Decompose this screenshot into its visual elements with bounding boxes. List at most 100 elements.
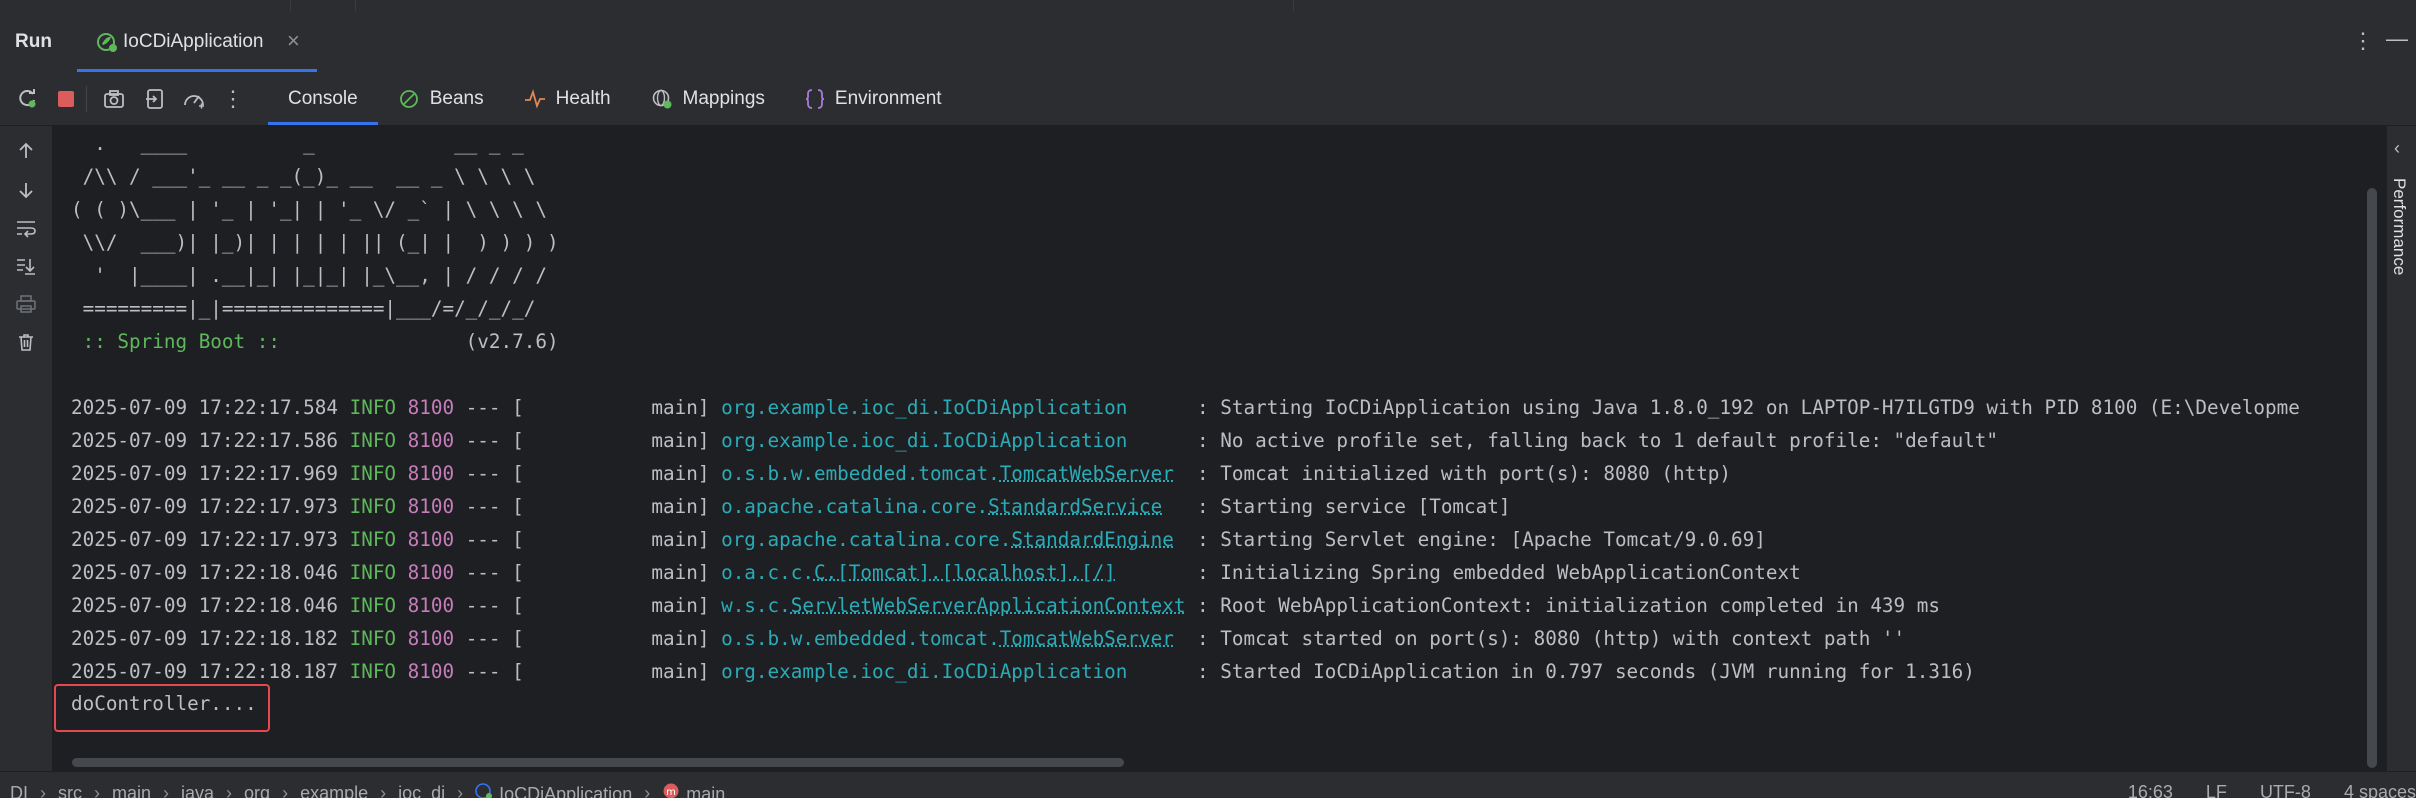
breadcrumb-separator-icon: › bbox=[163, 783, 169, 798]
log-pid: 8100 bbox=[408, 594, 454, 617]
tab-health[interactable]: Health bbox=[504, 72, 631, 125]
breadcrumb-label: main bbox=[112, 783, 151, 798]
breadcrumb: DI›src›main›java›org›example›ioc_di›IoCD… bbox=[10, 782, 725, 798]
log-logger-package: org.example.ioc_di.IoCDiApplication bbox=[721, 396, 1127, 419]
stop-icon[interactable] bbox=[53, 86, 79, 112]
horizontal-scrollbar[interactable] bbox=[72, 758, 1124, 767]
breadcrumb-item[interactable]: java bbox=[181, 783, 214, 798]
log-thread: --- [ main] bbox=[454, 429, 721, 452]
log-logger-class: C.[Tomcat].[localhost].[/] bbox=[814, 561, 1116, 584]
vertical-scrollbar[interactable] bbox=[2367, 188, 2377, 768]
tab-mappings-label: Mappings bbox=[683, 88, 765, 110]
log-level: INFO bbox=[350, 396, 396, 419]
log-padding bbox=[1174, 627, 1197, 650]
tab-mappings[interactable]: Mappings bbox=[631, 72, 785, 125]
tab-beans[interactable]: Beans bbox=[378, 72, 504, 125]
log-level: INFO bbox=[350, 462, 396, 485]
log-timestamp: 2025-07-09 17:22:17.969 bbox=[71, 462, 338, 485]
spring-boot-version: (v2.7.6) bbox=[292, 330, 559, 353]
soft-wrap-icon[interactable] bbox=[13, 215, 39, 241]
log-thread: --- [ main] bbox=[454, 396, 721, 419]
log-logger-class: StandardEngine bbox=[1011, 528, 1174, 551]
spring-banner-line: /\\ / ___'_ __ _ _(_)_ __ __ _ \ \ \ \ bbox=[71, 166, 535, 188]
space bbox=[338, 561, 350, 584]
close-icon[interactable]: × bbox=[287, 28, 300, 54]
log-level: INFO bbox=[350, 594, 396, 617]
log-thread: --- [ main] bbox=[454, 462, 721, 485]
toolbar-divider bbox=[86, 86, 87, 112]
run-configuration-tab[interactable]: IoCDiApplication × bbox=[77, 14, 317, 72]
log-logger-class: TomcatWebServer bbox=[1000, 627, 1174, 650]
health-icon bbox=[524, 88, 546, 110]
camera-icon[interactable] bbox=[101, 86, 127, 112]
rerun-icon[interactable] bbox=[14, 86, 40, 112]
breadcrumb-item[interactable]: src bbox=[58, 783, 82, 798]
breadcrumb-separator-icon: › bbox=[282, 783, 288, 798]
breadcrumb-label: DI bbox=[10, 783, 28, 798]
beans-icon bbox=[398, 88, 420, 110]
log-message: : Starting IoCDiApplication using Java 1… bbox=[1197, 396, 2300, 419]
profiler-gauge-icon[interactable] bbox=[181, 86, 207, 112]
log-line: 2025-07-09 17:22:17.586 INFO 8100 --- [ … bbox=[71, 430, 1998, 452]
line-ending[interactable]: LF bbox=[2206, 782, 2227, 798]
breadcrumb-separator-icon: › bbox=[226, 783, 232, 798]
breadcrumb-separator-icon: › bbox=[94, 783, 100, 798]
console-output[interactable]: . ____ _ __ _ _ /\\ / ___'_ __ _ _(_)_ _… bbox=[53, 126, 2364, 771]
caret-position[interactable]: 16:63 bbox=[2128, 782, 2173, 798]
chevron-left-icon[interactable]: ‹ bbox=[2394, 138, 2400, 159]
log-timestamp: 2025-07-09 17:22:18.046 bbox=[71, 561, 338, 584]
run-tab-title: IoCDiApplication bbox=[123, 31, 263, 53]
log-thread: --- [ main] bbox=[454, 627, 721, 650]
tab-environment[interactable]: Environment bbox=[785, 72, 962, 125]
log-thread: --- [ main] bbox=[454, 594, 721, 617]
breadcrumb-item[interactable]: example bbox=[300, 783, 368, 798]
spring-banner-line: ' |____| .__|_| |_|_| |_\__, | / / / / bbox=[71, 265, 547, 287]
breadcrumb-label: java bbox=[181, 783, 214, 798]
space bbox=[396, 594, 408, 617]
trash-icon[interactable] bbox=[13, 329, 39, 355]
space bbox=[396, 462, 408, 485]
log-logger-package: o.s.b.w.embedded.tomcat. bbox=[721, 627, 1000, 650]
indent-setting[interactable]: 4 spaces bbox=[2344, 782, 2416, 798]
log-pid: 8100 bbox=[408, 528, 454, 551]
file-encoding[interactable]: UTF-8 bbox=[2260, 782, 2311, 798]
status-indicators: 16:63 LF UTF-8 4 spaces bbox=[2100, 782, 2416, 798]
log-timestamp: 2025-07-09 17:22:17.586 bbox=[71, 429, 338, 452]
space bbox=[396, 495, 408, 518]
log-timestamp: 2025-07-09 17:22:17.584 bbox=[71, 396, 338, 419]
breadcrumb-item[interactable]: org bbox=[244, 783, 270, 798]
mappings-icon bbox=[651, 88, 673, 110]
breadcrumb-item[interactable]: IoCDiApplication bbox=[475, 782, 632, 798]
log-line: 2025-07-09 17:22:18.046 INFO 8100 --- [ … bbox=[71, 562, 1801, 584]
space bbox=[396, 396, 408, 419]
performance-tool-button[interactable]: Performance bbox=[2389, 178, 2409, 275]
status-bar: DI›src›main›java›org›example›ioc_di›IoCD… bbox=[0, 771, 2416, 798]
tab-environment-label: Environment bbox=[835, 88, 942, 110]
spring-boot-version-line: :: Spring Boot :: (v2.7.6) bbox=[71, 331, 559, 353]
more-actions-icon[interactable]: ⋮ bbox=[220, 86, 246, 112]
breadcrumb-label: example bbox=[300, 783, 368, 798]
log-padding bbox=[1116, 561, 1197, 584]
environment-icon bbox=[805, 88, 825, 110]
breadcrumb-item[interactable]: main bbox=[112, 783, 151, 798]
log-message: : Initializing Spring embedded WebApplic… bbox=[1197, 561, 1801, 584]
breadcrumb-label: IoCDiApplication bbox=[499, 784, 632, 798]
arrow-down-icon[interactable] bbox=[13, 177, 39, 203]
more-options-icon[interactable]: ⋮ bbox=[2352, 28, 2374, 54]
space bbox=[396, 561, 408, 584]
space bbox=[396, 627, 408, 650]
arrow-up-icon[interactable] bbox=[13, 138, 39, 164]
log-level: INFO bbox=[350, 528, 396, 551]
breadcrumb-item[interactable]: ioc_di bbox=[398, 783, 445, 798]
breadcrumb-item[interactable]: mmain bbox=[662, 782, 725, 798]
restore-layout-icon[interactable] bbox=[142, 86, 168, 112]
log-line: 2025-07-09 17:22:18.182 INFO 8100 --- [ … bbox=[71, 628, 1905, 650]
print-icon[interactable] bbox=[13, 291, 39, 317]
run-tool-window-header: Run IoCDiApplication × ⋮ — bbox=[0, 14, 2416, 72]
tab-console[interactable]: Console bbox=[268, 72, 378, 125]
scroll-to-end-icon[interactable] bbox=[13, 253, 39, 279]
breadcrumb-item[interactable]: DI bbox=[10, 783, 28, 798]
log-message: : No active profile set, falling back to… bbox=[1197, 429, 1998, 452]
log-logger-package: o.a.c.c. bbox=[721, 561, 814, 584]
minimize-icon[interactable]: — bbox=[2386, 26, 2408, 52]
